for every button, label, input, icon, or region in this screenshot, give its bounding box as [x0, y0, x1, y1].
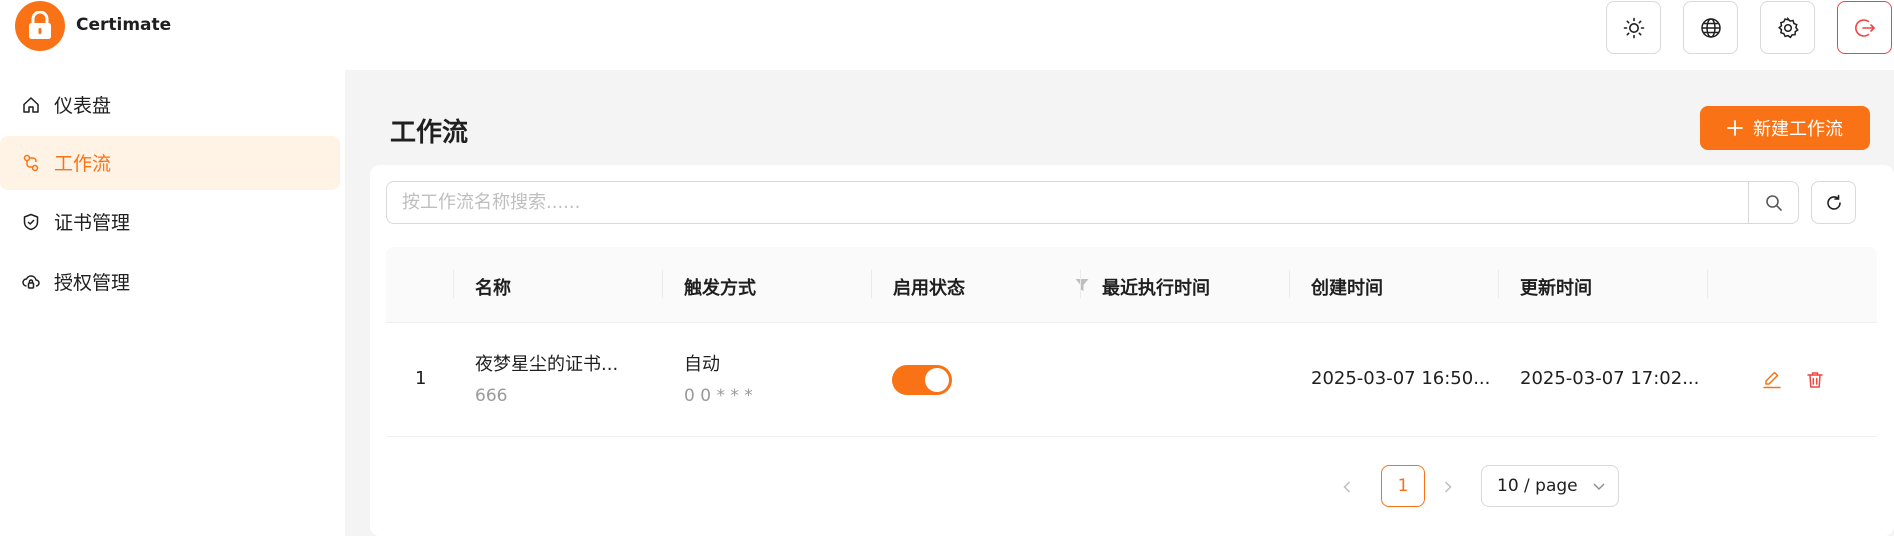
workflow-card: 名称 触发方式 启用状态 最近执行时间 创建时间 更新时间 1 夜梦星尘的证书.…: [370, 165, 1894, 536]
column-header-name: 名称: [475, 278, 511, 299]
table-row[interactable]: 1 夜梦星尘的证书... 666 自动 0 0 * * * 2025-03-07…: [386, 323, 1877, 437]
sidebar-item-label: 授权管理: [54, 272, 131, 294]
sidebar-item-label: 仪表盘: [54, 95, 112, 117]
column-header-created: 创建时间: [1311, 278, 1383, 299]
page-size-select[interactable]: 10 / page: [1481, 465, 1619, 507]
column-divider: [453, 270, 454, 298]
created-time: 2025-03-07 16:50...: [1311, 368, 1491, 389]
gear-icon: [1777, 16, 1799, 38]
edit-button[interactable]: [1761, 369, 1783, 391]
column-divider: [871, 270, 872, 298]
updated-time: 2025-03-07 17:02...: [1520, 368, 1700, 389]
column-header-trigger: 触发方式: [684, 278, 756, 299]
shield-check-icon: [22, 213, 40, 231]
next-page-button[interactable]: [1437, 467, 1459, 507]
home-icon: [22, 96, 40, 114]
sidebar-item-dashboard[interactable]: 仪表盘: [0, 78, 340, 132]
workflow-icon: [22, 154, 40, 172]
theme-toggle-button[interactable]: [1606, 1, 1661, 54]
logout-icon: [1854, 18, 1875, 37]
sidebar-item-workflow[interactable]: 工作流: [0, 136, 340, 190]
refresh-button[interactable]: [1811, 181, 1856, 224]
enabled-switch[interactable]: [892, 365, 952, 395]
refresh-icon: [1826, 194, 1841, 210]
table-header: 名称 触发方式 启用状态 最近执行时间 创建时间 更新时间: [386, 247, 1877, 323]
prev-page-button[interactable]: [1336, 467, 1358, 507]
column-header-last-run: 最近执行时间: [1102, 278, 1210, 299]
trigger-cron: 0 0 * * *: [684, 386, 753, 406]
new-workflow-button[interactable]: 新建工作流: [1700, 106, 1870, 150]
new-workflow-label: 新建工作流: [1753, 119, 1843, 140]
cloud-lock-icon: [22, 273, 40, 291]
workflow-description: 666: [475, 386, 508, 406]
language-button[interactable]: [1683, 1, 1738, 54]
column-header-enabled: 启用状态: [893, 278, 965, 299]
sidebar-item-label: 证书管理: [54, 212, 131, 234]
search-button[interactable]: [1748, 182, 1798, 223]
logout-button[interactable]: [1837, 1, 1892, 54]
chevron-down-icon: [1593, 483, 1605, 490]
chevron-left-icon: [1343, 481, 1351, 493]
app-name: Certimate: [76, 15, 172, 35]
settings-button[interactable]: [1760, 1, 1815, 54]
search-box: [386, 181, 1799, 224]
search-icon: [1765, 194, 1782, 211]
sidebar-item-access[interactable]: 授权管理: [0, 255, 340, 309]
trash-icon: [1807, 372, 1823, 388]
column-divider: [1289, 270, 1290, 298]
switch-knob: [925, 368, 949, 392]
globe-icon: [1700, 17, 1721, 38]
search-input[interactable]: [387, 182, 1750, 223]
sun-icon: [1623, 17, 1644, 38]
lock-icon: [29, 11, 51, 39]
sidebar-item-label: 工作流: [54, 153, 112, 175]
sidebar-item-certificates[interactable]: 证书管理: [0, 195, 340, 249]
app-logo: [15, 1, 65, 51]
page-size-value: 10 / page: [1497, 476, 1578, 496]
page-number-button[interactable]: 1: [1381, 465, 1425, 507]
trigger-type: 自动: [684, 354, 720, 375]
delete-button[interactable]: [1804, 369, 1826, 391]
chevron-right-icon: [1444, 481, 1452, 493]
column-divider: [1080, 270, 1081, 298]
column-divider: [662, 270, 663, 298]
main-content: 工作流 新建工作流 名称 触发方式 启用状态 最近执行时间 创建时间: [345, 70, 1894, 536]
column-header-updated: 更新时间: [1520, 278, 1592, 299]
edit-icon: [1763, 371, 1781, 389]
column-divider: [1707, 270, 1708, 298]
sidebar: 仪表盘 工作流 证书管理 授权管理: [0, 70, 345, 536]
plus-icon: [1727, 120, 1743, 136]
column-divider: [1498, 270, 1499, 298]
top-header: Certimate: [0, 0, 1894, 70]
page-title: 工作流: [390, 118, 469, 148]
row-index: 1: [415, 368, 427, 389]
workflow-name: 夜梦星尘的证书...: [475, 354, 619, 375]
filter-icon[interactable]: [1074, 277, 1090, 293]
